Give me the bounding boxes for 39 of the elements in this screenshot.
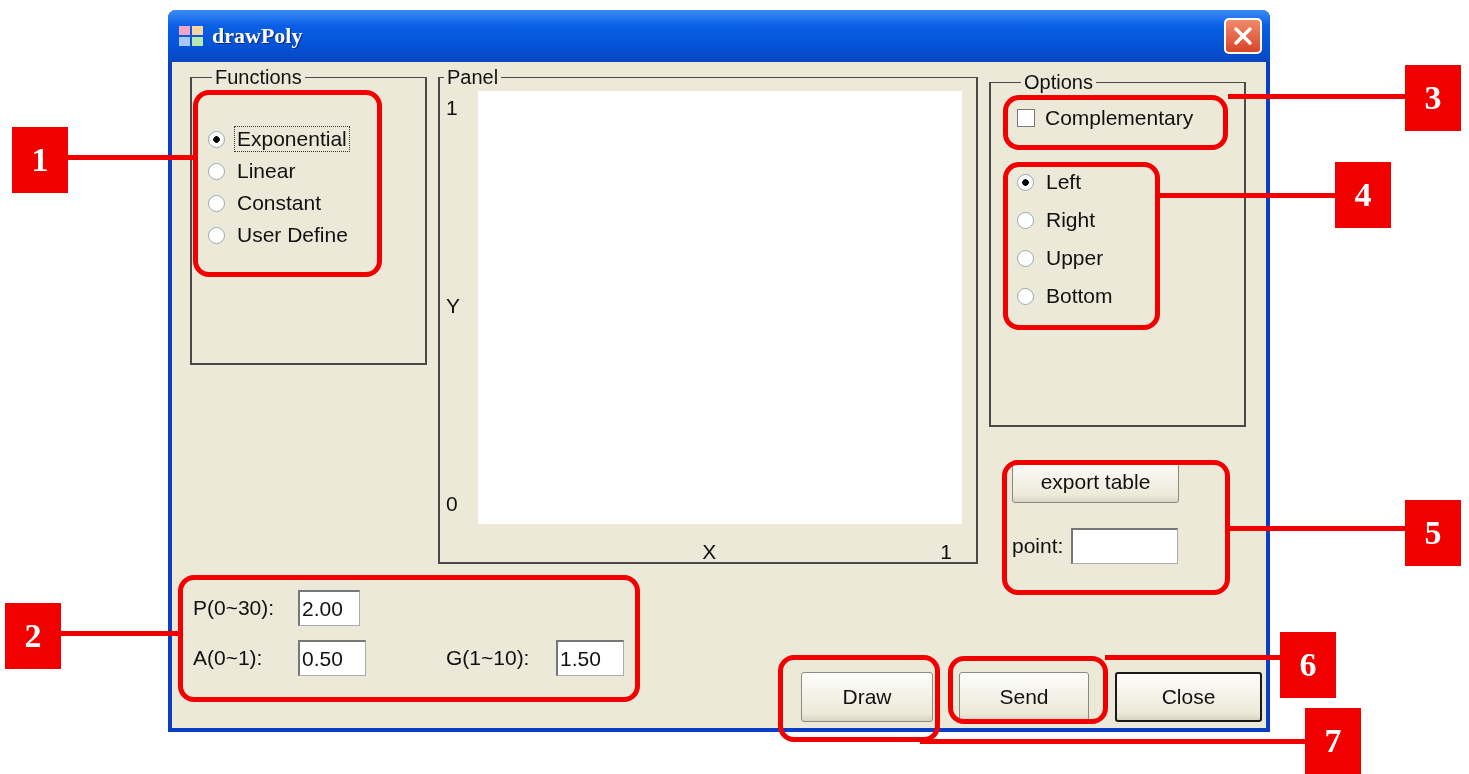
input-field[interactable]: 2.00	[298, 590, 360, 626]
axis-label: Y	[446, 295, 461, 316]
radio-button[interactable]: User Define	[208, 223, 350, 247]
dialog-button[interactable]: Send	[959, 672, 1089, 722]
radio-button[interactable]: Exponential	[208, 127, 349, 151]
window-title: drawPoly	[212, 23, 304, 49]
radio-button[interactable]: Left	[1017, 170, 1084, 194]
callout-badge: 5	[1405, 500, 1461, 566]
input-field[interactable]: 1.50	[556, 640, 624, 676]
field-label: G(1~10):	[446, 646, 531, 670]
input-field[interactable]	[1071, 528, 1179, 564]
axis-label: 0	[446, 493, 459, 514]
input-field[interactable]: 0.50	[298, 640, 366, 676]
callout-badge: 1	[12, 127, 68, 193]
axis-label: 1	[446, 97, 459, 118]
app-icon	[178, 25, 204, 47]
callout-badge: 6	[1280, 632, 1336, 698]
dialog-button[interactable]: Draw	[801, 672, 933, 722]
radio-button[interactable]: Constant	[208, 191, 324, 215]
axis-label: X	[702, 541, 717, 562]
dialog-button[interactable]: Close	[1115, 672, 1262, 722]
field-label: A(0~1):	[193, 646, 264, 670]
close-button[interactable]	[1224, 18, 1262, 54]
close-icon	[1233, 26, 1253, 46]
radio-button[interactable]: Linear	[208, 159, 298, 183]
radio-button[interactable]: Bottom	[1017, 284, 1115, 308]
callout-badge: 4	[1335, 162, 1391, 228]
checkbox[interactable]: Complementary	[1017, 106, 1234, 130]
callout-badge: 7	[1305, 708, 1361, 774]
radio-button[interactable]: Right	[1017, 208, 1098, 232]
field-label: point:	[1012, 534, 1064, 558]
group-title: Panel	[446, 67, 500, 87]
group-title: Options	[1023, 72, 1094, 92]
callout-badge: 2	[5, 603, 61, 669]
field-label: P(0~30):	[193, 596, 276, 620]
callout-badge: 3	[1405, 65, 1461, 131]
axis-label: 1	[940, 541, 952, 562]
group-title: Functions	[214, 67, 303, 87]
radio-button[interactable]: Upper	[1017, 246, 1106, 270]
